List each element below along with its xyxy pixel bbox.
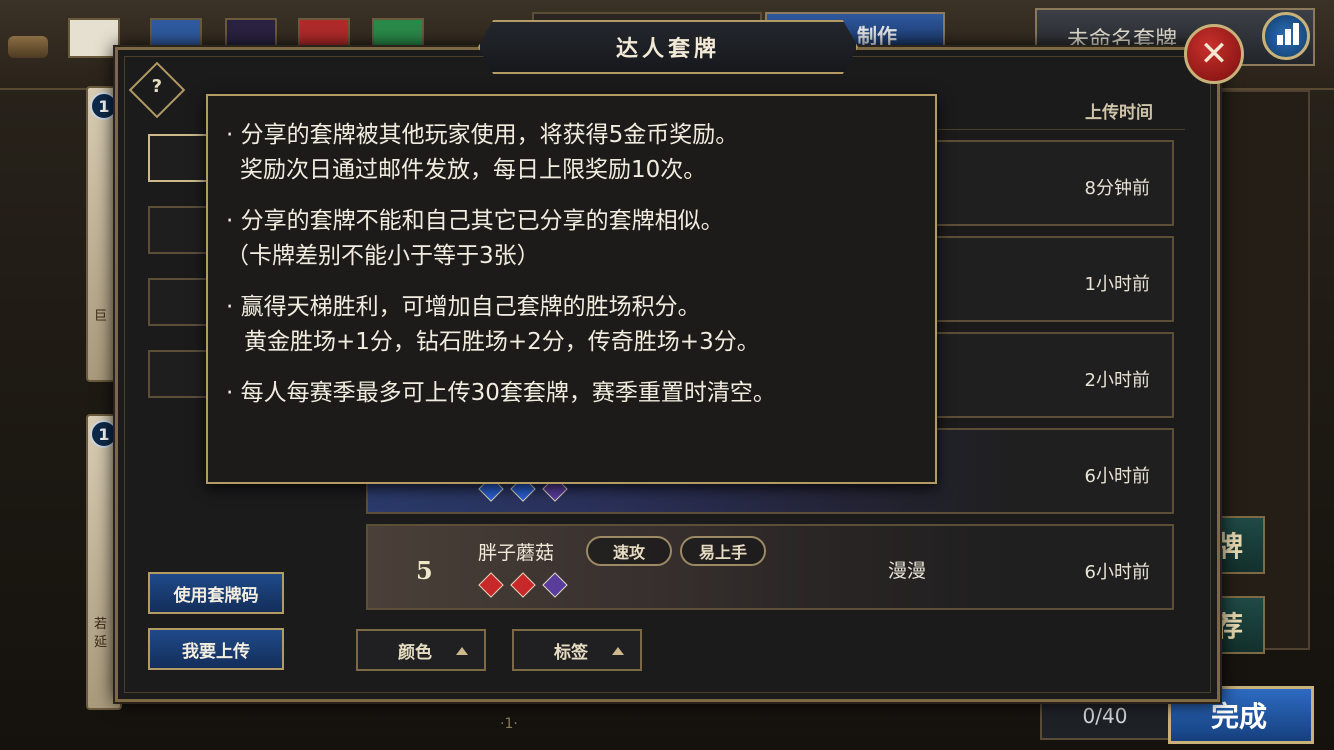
upload-label: 我要上传 (182, 641, 250, 662)
tooltip-line: · 赢得天梯胜利，可增加自己套牌的胜场积分。 (226, 294, 701, 320)
color-filter-label: 颜色 (398, 642, 432, 663)
tooltip-paragraph: · 分享的套牌不能和自己其它已分享的套牌相似。 （卡牌差别不能小于等于3张） (226, 204, 917, 274)
tag-filter-label: 标签 (554, 642, 588, 663)
stats-chart-icon[interactable] (1262, 12, 1310, 60)
red-gem-icon (510, 572, 536, 598)
card-cost-badge: 1 (90, 92, 118, 120)
deck-tag: 易上手 (680, 536, 766, 566)
deck-author: 漫漫 (888, 560, 927, 582)
tooltip-paragraph: · 赢得天梯胜利，可增加自己套牌的胜场积分。 黄金胜场+1分，钻石胜场+2分，传… (226, 290, 917, 360)
deck-row[interactable]: 5 胖子蘑菇 速攻 易上手 漫漫 6小时前 (366, 524, 1174, 610)
dialog-title: 达人套牌 (615, 36, 720, 62)
close-button[interactable]: ✕ (1184, 24, 1244, 84)
tooltip-line: （卡牌差别不能小于等于3张） (226, 243, 540, 269)
card-cost-badge: 1 (90, 420, 118, 448)
deck-upload-time: 2小时前 (1084, 370, 1150, 391)
card-text: 巨 (94, 309, 108, 324)
stats-bar (1285, 29, 1291, 45)
page-indicator: ·1· (500, 716, 518, 732)
craft-button-label: 制作 (857, 24, 897, 48)
column-header-upload-time: 上传时间 (1085, 103, 1153, 123)
tooltip-line: 黄金胜场+1分，钻石胜场+2分，传奇胜场+3分。 (244, 329, 760, 355)
class-flag-white[interactable] (68, 18, 120, 58)
tooltip-paragraph: · 分享的套牌被其他玩家使用，将获得5金币奖励。 奖励次日通过邮件发放，每日上限… (226, 118, 917, 188)
deck-upload-time: 6小时前 (1084, 466, 1150, 487)
close-x-icon: ✕ (1199, 34, 1229, 74)
deck-cost: 5 (416, 556, 433, 585)
use-deck-code-button[interactable]: 使用套牌码 (148, 572, 284, 614)
upload-button[interactable]: 我要上传 (148, 628, 284, 670)
red-gem-icon (478, 572, 504, 598)
stats-bar (1293, 23, 1299, 45)
tooltip-line: 奖励次日通过邮件发放，每日上限奖励10次。 (240, 157, 707, 183)
caret-up-icon (612, 647, 624, 655)
caret-up-icon (456, 647, 468, 655)
deck-upload-time: 6小时前 (1084, 562, 1150, 583)
purple-gem-icon (542, 572, 568, 598)
tooltip-line: · 每人每赛季最多可上传30套套牌，赛季重置时清空。 (226, 380, 776, 406)
shelf-knob (8, 36, 48, 58)
deck-tag: 速攻 (586, 536, 672, 566)
color-filter-dropdown[interactable]: 颜色 (356, 629, 486, 671)
use-deck-code-label: 使用套牌码 (173, 585, 259, 606)
help-tooltip: · 分享的套牌被其他玩家使用，将获得5金币奖励。 奖励次日通过邮件发放，每日上限… (206, 94, 937, 484)
tooltip-paragraph: · 每人每赛季最多可上传30套套牌，赛季重置时清空。 (226, 376, 917, 411)
stats-bar (1277, 35, 1283, 45)
tooltip-line: · 分享的套牌不能和自己其它已分享的套牌相似。 (226, 208, 724, 234)
dialog-title-plate: 达人套牌 (478, 20, 858, 74)
question-mark-icon: ? (151, 75, 163, 97)
tag-filter-dropdown[interactable]: 标签 (512, 629, 642, 671)
deck-name: 胖子蘑菇 (478, 542, 555, 564)
deck-upload-time: 8分钟前 (1084, 178, 1150, 199)
tooltip-line: · 分享的套牌被其他玩家使用，将获得5金币奖励。 (226, 122, 739, 148)
deck-upload-time: 1小时前 (1084, 274, 1150, 295)
